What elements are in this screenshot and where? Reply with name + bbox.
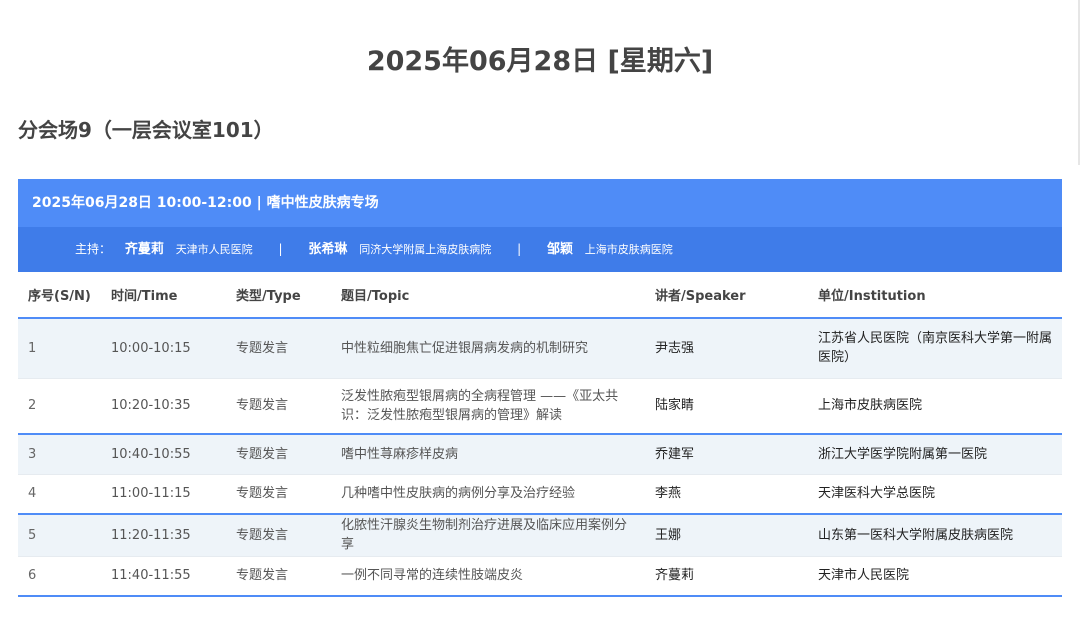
header-time: 时间/Time [101, 272, 226, 319]
cell-sn: 2 [18, 378, 101, 435]
host-separator: | [278, 242, 283, 256]
table-row: 6 11:40-11:55 专题发言 一例不同寻常的连续性肢端皮炎 齐蔓莉 天津… [18, 556, 1062, 597]
cell-speaker: 尹志强 [645, 318, 808, 379]
session-title: 2025年06月28日 10:00-12:00 | 嗜中性皮肤病专场 [18, 179, 1062, 227]
cell-topic: 几种嗜中性皮肤病的病例分享及治疗经验 [331, 474, 645, 515]
table-row: 4 11:00-11:15 专题发言 几种嗜中性皮肤病的病例分享及治疗经验 李燕… [18, 474, 1062, 515]
cell-type: 专题发言 [226, 378, 331, 435]
cell-time: 11:00-11:15 [101, 474, 226, 515]
cell-type: 专题发言 [226, 474, 331, 515]
cell-institution: 天津市人民医院 [808, 556, 1062, 597]
cell-type: 专题发言 [226, 434, 331, 475]
cell-speaker: 王娜 [645, 514, 808, 557]
table-row: 2 10:20-10:35 专题发言 泛发性脓疱型银屑病的全病程管理 ——《亚太… [18, 378, 1062, 435]
cell-institution: 江苏省人民医院（南京医科大学第一附属医院） [808, 318, 1062, 379]
cell-time: 10:00-10:15 [101, 318, 226, 379]
cell-type: 专题发言 [226, 514, 331, 557]
table-row: 5 11:20-11:35 专题发言 化脓性汗腺炎生物制剂治疗进展及临床应用案例… [18, 514, 1062, 557]
cell-sn: 5 [18, 514, 101, 557]
table-header-row: 序号(S/N) 时间/Time 类型/Type 题目/Topic 讲者/Spea… [18, 272, 1062, 319]
host-name: 齐蔓莉 [124, 242, 164, 257]
cell-type: 专题发言 [226, 556, 331, 597]
host-separator: | [517, 242, 522, 256]
cell-type: 专题发言 [226, 318, 331, 379]
cell-time: 11:20-11:35 [101, 514, 226, 557]
host-name: 张希琳 [308, 242, 348, 257]
cell-topic: 中性粒细胞焦亡促进银屑病发病的机制研究 [331, 318, 645, 379]
table-row: 3 10:40-10:55 专题发言 嗜中性荨麻疹样皮病 乔建军 浙江大学医学院… [18, 434, 1062, 475]
cell-sn: 4 [18, 474, 101, 515]
cell-speaker: 齐蔓莉 [645, 556, 808, 597]
cell-institution: 浙江大学医学院附属第一医院 [808, 434, 1062, 475]
cell-time: 11:40-11:55 [101, 556, 226, 597]
host-institution: 上海市皮肤病医院 [584, 243, 673, 256]
cell-sn: 3 [18, 434, 101, 475]
page: 2025年06月28日 [星期六] 分会场9（一层会议室101） 2025年06… [0, 0, 1080, 623]
table-row: 1 10:00-10:15 专题发言 中性粒细胞焦亡促进银屑病发病的机制研究 尹… [18, 318, 1062, 379]
cell-institution: 山东第一医科大学附属皮肤病医院 [808, 514, 1062, 557]
cell-topic: 化脓性汗腺炎生物制剂治疗进展及临床应用案例分享 [331, 514, 645, 557]
cell-sn: 6 [18, 556, 101, 597]
cell-speaker: 陆家睛 [645, 378, 808, 435]
host-institution: 天津市人民医院 [175, 243, 253, 256]
session-block: 2025年06月28日 10:00-12:00 | 嗜中性皮肤病专场 主持： 齐… [18, 179, 1062, 597]
header-institution: 单位/Institution [808, 272, 1062, 319]
session-hosts: 主持： 齐蔓莉 天津市人民医院 | 张希琳 同济大学附属上海皮肤病院 | 邹颖 … [18, 227, 1062, 272]
cell-speaker: 乔建军 [645, 434, 808, 475]
host-name: 邹颖 [546, 242, 573, 257]
cell-time: 10:20-10:35 [101, 378, 226, 435]
hosts-label: 主持： [75, 242, 112, 256]
cell-institution: 天津医科大学总医院 [808, 474, 1062, 515]
host-institution: 同济大学附属上海皮肤病院 [359, 243, 492, 256]
cell-topic: 泛发性脓疱型银屑病的全病程管理 ——《亚太共识：泛发性脓疱型银屑病的管理》解读 [331, 378, 645, 435]
cell-speaker: 李燕 [645, 474, 808, 515]
cell-sn: 1 [18, 318, 101, 379]
header-speaker: 讲者/Speaker [645, 272, 808, 319]
cell-topic: 嗜中性荨麻疹样皮病 [331, 434, 645, 475]
schedule-table: 序号(S/N) 时间/Time 类型/Type 题目/Topic 讲者/Spea… [18, 272, 1062, 597]
cell-time: 10:40-10:55 [101, 434, 226, 475]
cell-institution: 上海市皮肤病医院 [808, 378, 1062, 435]
header-topic: 题目/Topic [331, 272, 645, 319]
venue-heading: 分会场9（一层会议室101） [18, 118, 274, 142]
cell-topic: 一例不同寻常的连续性肢端皮炎 [331, 556, 645, 597]
header-type: 类型/Type [226, 272, 331, 319]
header-sn: 序号(S/N) [18, 272, 101, 319]
date-heading: 2025年06月28日 [星期六] [366, 46, 714, 77]
